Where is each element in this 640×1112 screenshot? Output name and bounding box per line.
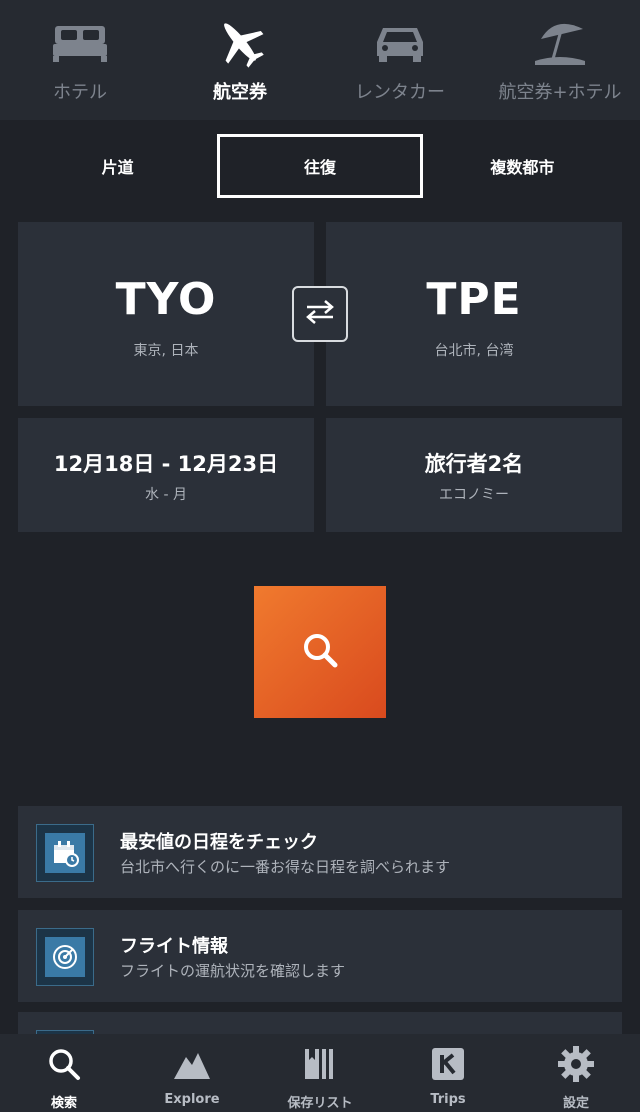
bed-icon bbox=[48, 14, 112, 70]
date-range: 12月18日 - 12月23日 bbox=[53, 452, 279, 476]
nav-explore-label: Explore bbox=[164, 1092, 220, 1107]
destination-code: TPE bbox=[426, 274, 522, 325]
tab-rental-cars-label: レンタカー bbox=[355, 82, 445, 103]
nav-search-label: 検索 bbox=[50, 1096, 77, 1111]
origin-city: 東京, 日本 bbox=[133, 343, 199, 359]
traveler-selector[interactable]: 旅行者2名 エコノミー bbox=[326, 418, 622, 532]
nav-settings-label: 設定 bbox=[562, 1096, 589, 1111]
nav-search[interactable]: 検索 bbox=[0, 1034, 128, 1112]
trip-type-one-way[interactable]: 片道 bbox=[18, 134, 217, 198]
tab-flights-label: 航空券 bbox=[213, 82, 267, 103]
trip-type-selector: 片道 往復 複数都市 bbox=[18, 134, 622, 198]
cabin-class: エコノミー bbox=[439, 487, 509, 503]
flight-status-title: フライト情報 bbox=[120, 936, 228, 957]
date-selector[interactable]: 12月18日 - 12月23日 水 - 月 bbox=[18, 418, 314, 532]
traveler-count: 旅行者2名 bbox=[424, 452, 524, 476]
radar-icon bbox=[36, 928, 94, 986]
search-button[interactable] bbox=[254, 586, 386, 718]
tab-hotels-label: ホテル bbox=[53, 82, 107, 103]
trip-type-multi-city[interactable]: 複数都市 bbox=[423, 134, 622, 198]
kayak-k-icon bbox=[426, 1042, 470, 1086]
search-icon bbox=[300, 630, 340, 674]
airplane-icon bbox=[208, 14, 272, 70]
gear-icon bbox=[554, 1042, 598, 1086]
cheapest-dates-row[interactable]: 最安値の日程をチェック 台北市へ行くのに一番お得な日程を調べられます bbox=[18, 806, 622, 898]
beach-umbrella-icon bbox=[528, 14, 592, 70]
tab-flight-hotel-label: 航空券+ホテル bbox=[498, 82, 622, 103]
tab-flight-hotel[interactable]: 航空券+ホテル bbox=[480, 0, 640, 120]
tab-flights[interactable]: 航空券 bbox=[160, 0, 320, 120]
cheapest-dates-desc: 台北市へ行くのに一番お得な日程を調べられます bbox=[120, 858, 451, 876]
bookmark-list-icon bbox=[298, 1042, 342, 1086]
swap-arrows-icon bbox=[305, 299, 335, 329]
flight-status-row[interactable]: フライト情報 フライトの運航状況を確認します bbox=[18, 910, 622, 1002]
tab-rental-cars[interactable]: レンタカー bbox=[320, 0, 480, 120]
origin-code: TYO bbox=[115, 274, 217, 325]
nav-trips-label: Trips bbox=[430, 1092, 466, 1107]
nav-saved[interactable]: 保存リスト bbox=[256, 1034, 384, 1112]
bottom-navigation: 検索 Explore 保存リスト Trips 設定 bbox=[0, 1034, 640, 1112]
swap-route-button[interactable] bbox=[292, 286, 348, 342]
cheapest-dates-title: 最安値の日程をチェック bbox=[120, 832, 318, 853]
destination-selector[interactable]: TPE 台北市, 台湾 bbox=[326, 222, 622, 406]
flight-status-desc: フライトの運航状況を確認します bbox=[120, 962, 346, 980]
trip-type-round-trip[interactable]: 往復 bbox=[217, 134, 423, 198]
car-icon bbox=[368, 14, 432, 70]
mountain-icon bbox=[170, 1042, 214, 1086]
date-days: 水 - 月 bbox=[145, 487, 187, 503]
nav-settings[interactable]: 設定 bbox=[512, 1034, 640, 1112]
calendar-clock-icon bbox=[36, 824, 94, 882]
destination-city: 台北市, 台湾 bbox=[434, 343, 514, 359]
nav-saved-label: 保存リスト bbox=[287, 1096, 353, 1111]
category-tabs: ホテル 航空券 レンタカー 航空券+ホテル bbox=[0, 0, 640, 120]
nav-trips[interactable]: Trips bbox=[384, 1034, 512, 1112]
tab-hotels[interactable]: ホテル bbox=[0, 0, 160, 120]
search-icon bbox=[42, 1042, 86, 1086]
origin-selector[interactable]: TYO 東京, 日本 bbox=[18, 222, 314, 406]
nav-explore[interactable]: Explore bbox=[128, 1034, 256, 1112]
